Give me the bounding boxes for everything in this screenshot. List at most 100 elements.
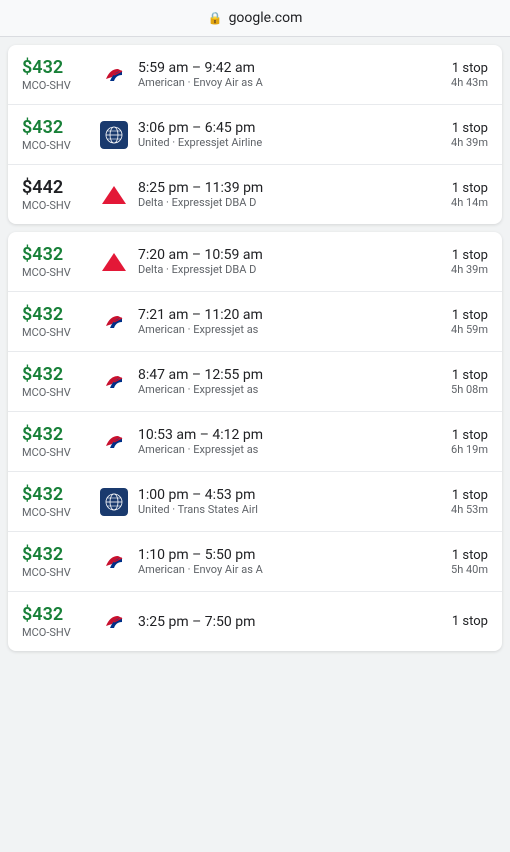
duration: 5h 40m [423, 563, 488, 576]
url-text: google.com [229, 10, 303, 26]
route: MCO-SHV [22, 266, 90, 279]
duration: 4h 43m [423, 76, 488, 89]
airline-logo [100, 308, 128, 336]
duration: 6h 19m [423, 443, 488, 456]
flight-info: 10:53 am – 4:12 pm American · Expressjet… [138, 427, 423, 456]
duration: 5h 08m [423, 383, 488, 396]
flight-info: 1:00 pm – 4:53 pm United · Trans States … [138, 487, 423, 516]
route: MCO-SHV [22, 326, 90, 339]
flight-info: 3:06 pm – 6:45 pm United · Expressjet Ai… [138, 120, 423, 149]
stops-col: 1 stop 4h 39m [423, 121, 488, 149]
airline-detail: United · Expressjet Airline [138, 136, 298, 149]
stops: 1 stop [423, 614, 488, 629]
address-bar: 🔒 google.com [0, 0, 510, 37]
price: $432 [22, 304, 90, 325]
stops: 1 stop [423, 428, 488, 443]
duration: 4h 53m [423, 503, 488, 516]
price-col: $432 MCO-SHV [22, 57, 90, 92]
route: MCO-SHV [22, 139, 90, 152]
price-col: $442 MCO-SHV [22, 177, 90, 212]
airline-detail: Delta · Expressjet DBA D [138, 263, 298, 276]
stops-col: 1 stop [423, 614, 488, 629]
airline-logo [100, 608, 128, 636]
price-col: $432 MCO-SHV [22, 424, 90, 459]
stops-col: 1 stop 6h 19m [423, 428, 488, 456]
flight-times: 3:06 pm – 6:45 pm [138, 120, 423, 136]
airline-logo [100, 121, 128, 149]
airline-detail: Delta · Expressjet DBA D [138, 196, 298, 209]
stops-col: 1 stop 4h 39m [423, 248, 488, 276]
duration: 4h 59m [423, 323, 488, 336]
stops: 1 stop [423, 248, 488, 263]
price-col: $432 MCO-SHV [22, 484, 90, 519]
flight-row[interactable]: $432 MCO-SHV 10:53 am – 4:12 pm American… [8, 412, 502, 472]
duration: 4h 39m [423, 136, 488, 149]
airline-detail: United · Trans States Airl [138, 503, 298, 516]
price: $432 [22, 244, 90, 265]
flight-row[interactable]: $432 MCO-SHV 7:21 am – 11:20 am American… [8, 292, 502, 352]
flights-card-2: $432 MCO-SHV 7:20 am – 10:59 am Delta · … [8, 232, 502, 651]
price: $432 [22, 484, 90, 505]
price: $432 [22, 544, 90, 565]
flight-row-partial[interactable]: $432 MCO-SHV 3:25 pm – 7:50 pm 1 stop [8, 592, 502, 651]
stops: 1 stop [423, 548, 488, 563]
flight-row[interactable]: $432 MCO-SHV 3:06 pm – 6:45 pm United · … [8, 105, 502, 165]
route: MCO-SHV [22, 506, 90, 519]
airline-detail: American · Expressjet as [138, 323, 298, 336]
stops-col: 1 stop 4h 53m [423, 488, 488, 516]
price: $432 [22, 424, 90, 445]
flight-info: 8:25 pm – 11:39 pm Delta · Expressjet DB… [138, 180, 423, 209]
duration: 4h 39m [423, 263, 488, 276]
stops: 1 stop [423, 368, 488, 383]
stops: 1 stop [423, 121, 488, 136]
route: MCO-SHV [22, 446, 90, 459]
airline-logo [100, 428, 128, 456]
airline-logo [100, 248, 128, 276]
stops-col: 1 stop 4h 14m [423, 181, 488, 209]
flights-card-1: $432 MCO-SHV 5:59 am – 9:42 am American … [8, 45, 502, 224]
stops-col: 1 stop 5h 40m [423, 548, 488, 576]
price-col: $432 MCO-SHV [22, 544, 90, 579]
flight-row[interactable]: $432 MCO-SHV 5:59 am – 9:42 am American … [8, 45, 502, 105]
flight-info: 3:25 pm – 7:50 pm [138, 614, 423, 630]
flight-times: 7:20 am – 10:59 am [138, 247, 423, 263]
flight-info: 1:10 pm – 5:50 pm American · Envoy Air a… [138, 547, 423, 576]
stops-col: 1 stop 4h 43m [423, 61, 488, 89]
airline-detail: American · Expressjet as [138, 443, 298, 456]
stops: 1 stop [423, 488, 488, 503]
airline-logo [100, 548, 128, 576]
price: $432 [22, 117, 90, 138]
route: MCO-SHV [22, 566, 90, 579]
airline-detail: American · Envoy Air as A [138, 76, 298, 89]
flight-row[interactable]: $432 MCO-SHV 1:00 pm – 4:53 pm United · … [8, 472, 502, 532]
airline-logo [100, 181, 128, 209]
route: MCO-SHV [22, 386, 90, 399]
airline-detail: American · Envoy Air as A [138, 563, 298, 576]
flight-row[interactable]: $442 MCO-SHV 8:25 pm – 11:39 pm Delta · … [8, 165, 502, 224]
route: MCO-SHV [22, 626, 90, 639]
airline-logo [100, 488, 128, 516]
flight-row[interactable]: $432 MCO-SHV 1:10 pm – 5:50 pm American … [8, 532, 502, 592]
flight-info: 7:21 am – 11:20 am American · Expressjet… [138, 307, 423, 336]
stops: 1 stop [423, 181, 488, 196]
price-col: $432 MCO-SHV [22, 604, 90, 639]
stops-col: 1 stop 4h 59m [423, 308, 488, 336]
duration: 4h 14m [423, 196, 488, 209]
flight-times: 8:47 am – 12:55 pm [138, 367, 423, 383]
price-col: $432 MCO-SHV [22, 304, 90, 339]
flight-times: 3:25 pm – 7:50 pm [138, 614, 423, 630]
flight-info: 5:59 am – 9:42 am American · Envoy Air a… [138, 60, 423, 89]
flight-times: 5:59 am – 9:42 am [138, 60, 423, 76]
stops: 1 stop [423, 308, 488, 323]
flight-row[interactable]: $432 MCO-SHV 7:20 am – 10:59 am Delta · … [8, 232, 502, 292]
price: $432 [22, 57, 90, 78]
flight-times: 1:10 pm – 5:50 pm [138, 547, 423, 563]
route: MCO-SHV [22, 199, 90, 212]
airline-logo [100, 61, 128, 89]
flight-times: 10:53 am – 4:12 pm [138, 427, 423, 443]
flight-row[interactable]: $432 MCO-SHV 8:47 am – 12:55 pm American… [8, 352, 502, 412]
airline-logo [100, 368, 128, 396]
price: $432 [22, 364, 90, 385]
lock-icon: 🔒 [208, 11, 223, 25]
flight-times: 8:25 pm – 11:39 pm [138, 180, 423, 196]
